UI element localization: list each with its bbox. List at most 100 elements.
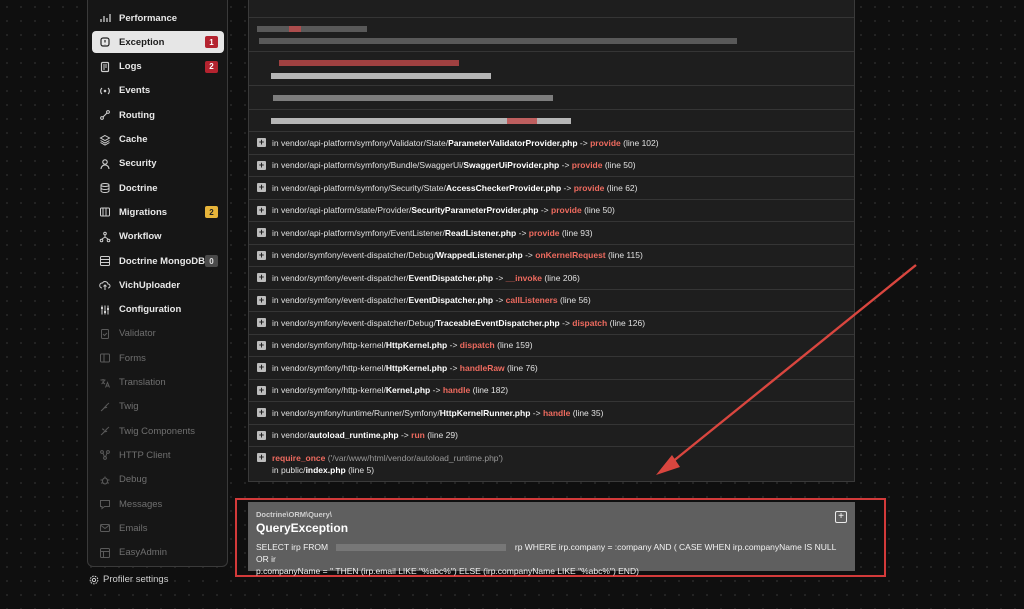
- sidebar-item-label: Twig Components: [119, 425, 196, 437]
- expand-plus-icon[interactable]: +: [257, 318, 266, 328]
- expand-plus-icon[interactable]: +: [257, 340, 266, 350]
- gear-icon: [89, 575, 99, 584]
- sidebar-item-doctrine-mongodb[interactable]: Doctrine MongoDB 0: [92, 250, 224, 272]
- debug-icon: [98, 473, 111, 486]
- sidebar-item-logs[interactable]: Logs 2: [92, 56, 224, 78]
- profiler-sidebar: Performance Exception 1 Logs 2 Events Routing C…: [87, 0, 228, 567]
- sidebar-item-messages: Messages: [92, 493, 224, 515]
- frame-line: (line 35): [572, 407, 604, 418]
- frame-line: (line 102): [623, 137, 659, 148]
- logs-icon: [98, 60, 111, 73]
- frame-file: SecurityParameterProvider.php: [411, 205, 539, 216]
- cache-icon: [98, 133, 111, 146]
- expand-plus-icon[interactable]: +: [257, 183, 266, 193]
- frame-line: (line 50): [584, 205, 615, 216]
- trace-frame[interactable]: + in vendor/api-platform/symfony/Bundle/S…: [249, 155, 854, 177]
- frame-file: WrappedListener.php: [435, 250, 523, 261]
- frame-file: HttpKernel.php: [385, 340, 448, 351]
- frame-path: in vendor/symfony/http-kernel/HttpKernel…: [272, 362, 538, 373]
- easyadmin-icon: [98, 546, 111, 559]
- frame-file: Kernel.php: [385, 385, 431, 396]
- upload-icon: [98, 279, 111, 292]
- frame-path: in vendor/symfony/event-dispatcher/Debug…: [272, 250, 643, 261]
- frame-path: in vendor/autoload_runtime.php -> run (l…: [272, 430, 458, 441]
- frame-args: ('/var/www/html/vendor/autoload_runtime.…: [327, 452, 503, 463]
- expand-plus-icon[interactable]: +: [257, 138, 266, 148]
- frame-function: provide: [573, 182, 605, 193]
- frame-line: (line 76): [507, 362, 538, 373]
- frame-file: SwaggerUiProvider.php: [463, 160, 560, 171]
- expand-plus-icon[interactable]: +: [257, 273, 266, 283]
- expand-plus-icon[interactable]: +: [257, 363, 266, 373]
- sidebar-item-label: Doctrine MongoDB: [119, 255, 206, 267]
- frame-function: provide: [590, 137, 621, 148]
- frame-path: in vendor/symfony/runtime/Runner/Symfony…: [272, 407, 604, 418]
- frame-file: HttpKernelRunner.php: [439, 407, 531, 418]
- frame-path: in vendor/symfony/http-kernel/HttpKernel…: [272, 340, 533, 351]
- frame-file: autoload_runtime.php: [309, 430, 399, 441]
- sidebar-item-exception[interactable]: Exception 1: [92, 31, 224, 54]
- profiler-settings-label: Profiler settings: [103, 574, 169, 585]
- sidebar-item-label: Routing: [119, 109, 155, 121]
- frame-path: in vendor/api-platform/symfony/Security/…: [272, 182, 638, 193]
- frame-file: ReadListener.php: [444, 227, 517, 238]
- expand-plus-icon[interactable]: +: [257, 295, 266, 305]
- sidebar-item-configuration[interactable]: Configuration: [92, 299, 224, 321]
- expand-plus-icon[interactable]: +: [257, 430, 266, 440]
- profiler-settings-link[interactable]: Profiler settings: [89, 574, 168, 585]
- trace-frame[interactable]: + in vendor/api-platform/state/Provider/S…: [249, 200, 854, 222]
- frame-file: AccessCheckerProvider.php: [445, 182, 562, 193]
- frame-path: in vendor/symfony/event-dispatcher/Event…: [272, 272, 580, 283]
- messages-icon: [98, 498, 111, 511]
- sidebar-item-label: Migrations: [119, 206, 168, 218]
- frame-line: (line 115): [608, 250, 643, 261]
- frame-function: onKernelRequest: [535, 250, 606, 261]
- sidebar-item-routing[interactable]: Routing: [92, 104, 224, 126]
- count-badge: 2: [205, 206, 218, 219]
- sidebar-item-events[interactable]: Events: [92, 80, 224, 102]
- sidebar-item-label: Workflow: [119, 231, 162, 243]
- frame-path: in vendor/symfony/http-kernel/Kernel.php…: [272, 385, 509, 396]
- frame-path: in vendor/api-platform/state/Provider/Se…: [272, 205, 615, 216]
- translation-icon: [98, 376, 111, 389]
- frame-detail: require_once ('/var/www/html/vendor/auto…: [272, 452, 503, 475]
- trace-frame[interactable]: + in vendor/api-platform/symfony/Validato…: [249, 132, 854, 155]
- exception-card: Doctrine\ORM\Query\ QueryException SELEC…: [248, 502, 855, 576]
- frame-line: (line 50): [604, 160, 636, 171]
- sidebar-item-security[interactable]: Security: [92, 153, 224, 175]
- expand-plus-icon[interactable]: +: [257, 228, 266, 238]
- performance-icon: [98, 12, 111, 25]
- expand-plus-icon[interactable]: +: [257, 160, 266, 170]
- trace-frame[interactable]: + in vendor/api-platform/symfony/Security…: [249, 177, 854, 200]
- twig-components-icon: [98, 425, 111, 438]
- routing-icon: [98, 109, 111, 122]
- frame-file: EventDispatcher.php: [408, 272, 494, 283]
- sidebar-item-cache[interactable]: Cache: [92, 129, 224, 151]
- expand-plus-icon[interactable]: +: [257, 453, 266, 462]
- sidebar-item-workflow[interactable]: Workflow: [92, 226, 224, 248]
- sidebar-item-performance[interactable]: Performance: [92, 7, 224, 29]
- sidebar-item-vichuploader[interactable]: VichUploader: [92, 274, 224, 296]
- sidebar-item-debug: Debug: [92, 469, 224, 491]
- sidebar-item-doctrine[interactable]: Doctrine: [92, 177, 224, 199]
- sidebar-item-label: Security: [119, 158, 157, 170]
- expand-plus-icon[interactable]: +: [257, 205, 266, 215]
- migrations-icon: [98, 206, 111, 219]
- frame-function: handle: [542, 407, 571, 418]
- frame-path: in vendor/symfony/event-dispatcher/Event…: [272, 295, 591, 306]
- sidebar-item-label: EasyAdmin: [119, 547, 168, 559]
- sidebar-item-label: Logs: [119, 61, 142, 73]
- trace-frame[interactable]: + in vendor/api-platform/symfony/EventLis…: [249, 222, 854, 245]
- expand-toggle-button[interactable]: +: [835, 511, 847, 523]
- expand-plus-icon[interactable]: +: [257, 385, 266, 395]
- frame-function: handle: [442, 385, 471, 396]
- sidebar-item-label: Cache: [119, 134, 148, 145]
- frame-line: (line 29): [427, 430, 458, 441]
- security-icon: [98, 157, 111, 170]
- expand-plus-icon[interactable]: +: [257, 408, 266, 418]
- sidebar-item-label: Emails: [119, 522, 148, 534]
- sidebar-item-migrations[interactable]: Migrations 2: [92, 201, 224, 223]
- sidebar-item-label: HTTP Client: [119, 449, 171, 461]
- expand-plus-icon[interactable]: +: [257, 250, 266, 260]
- redacted-row: [249, 86, 854, 110]
